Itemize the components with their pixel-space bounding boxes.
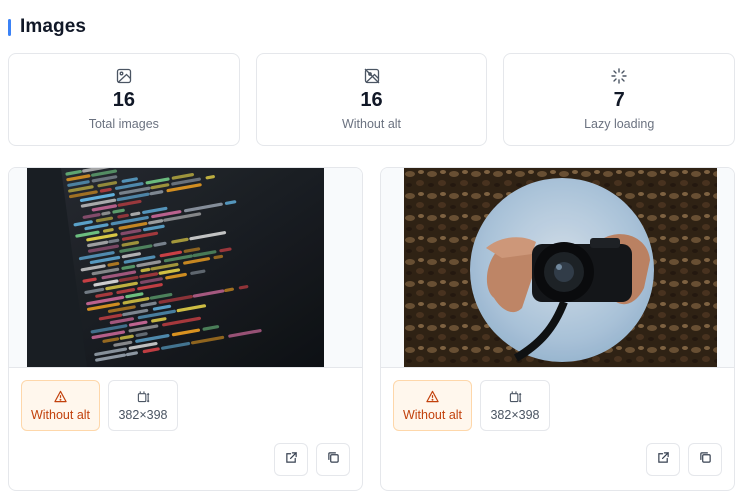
copy-icon	[699, 451, 712, 469]
section-header: Images	[8, 16, 86, 38]
badge-label: 382×398	[118, 408, 168, 422]
copy-button[interactable]	[688, 443, 722, 476]
warning-icon	[426, 389, 440, 403]
accent-bar	[8, 18, 11, 36]
image-badges: Without alt 382×398	[393, 380, 550, 431]
image-actions	[646, 443, 722, 476]
section-title: Images	[20, 16, 87, 37]
stat-value: 16	[360, 89, 383, 111]
stat-value: 16	[112, 89, 135, 111]
image-off-icon	[363, 67, 381, 85]
stat-card-total: 16 Total images	[8, 53, 240, 146]
image-preview[interactable]	[27, 168, 324, 367]
without-alt-badge: Without alt	[21, 380, 100, 431]
stat-label: Lazy loading	[584, 117, 655, 131]
stat-label: Without alt	[341, 117, 402, 131]
warning-icon	[54, 389, 68, 403]
image-actions	[274, 443, 350, 476]
stat-value: 7	[613, 89, 625, 111]
stat-card-without-alt: 16 Without alt	[255, 53, 488, 146]
stat-card-lazy: 7 Lazy loading	[503, 53, 736, 146]
image-badges: Without alt 382×398	[21, 380, 178, 431]
dimensions-badge: 382×398	[480, 380, 550, 431]
badge-label: Without alt	[30, 408, 91, 422]
image-preview-area	[9, 168, 362, 368]
stats-row: 16 Total images 16 Without alt 7 Lazy lo…	[8, 53, 736, 146]
without-alt-badge: Without alt	[393, 380, 472, 431]
external-link-icon	[285, 451, 298, 469]
image-preview-area	[381, 168, 734, 368]
image-icon	[115, 67, 133, 85]
dimensions-icon	[136, 389, 150, 403]
image-card: Without alt 382×398	[8, 167, 363, 491]
stat-label: Total images	[88, 117, 159, 131]
dimensions-badge: 382×398	[108, 380, 178, 431]
loader-icon	[610, 67, 628, 85]
badge-label: 382×398	[490, 408, 540, 422]
image-preview[interactable]	[404, 168, 717, 367]
external-link-icon	[657, 451, 670, 469]
open-image-button[interactable]	[274, 443, 308, 476]
dimensions-icon	[508, 389, 522, 403]
badge-label: Without alt	[402, 408, 463, 422]
image-card: Without alt 382×398	[380, 167, 735, 491]
image-grid: Without alt 382×398 Without alt 382×398	[8, 167, 735, 491]
copy-button[interactable]	[316, 443, 350, 476]
copy-icon	[327, 451, 340, 469]
open-image-button[interactable]	[646, 443, 680, 476]
